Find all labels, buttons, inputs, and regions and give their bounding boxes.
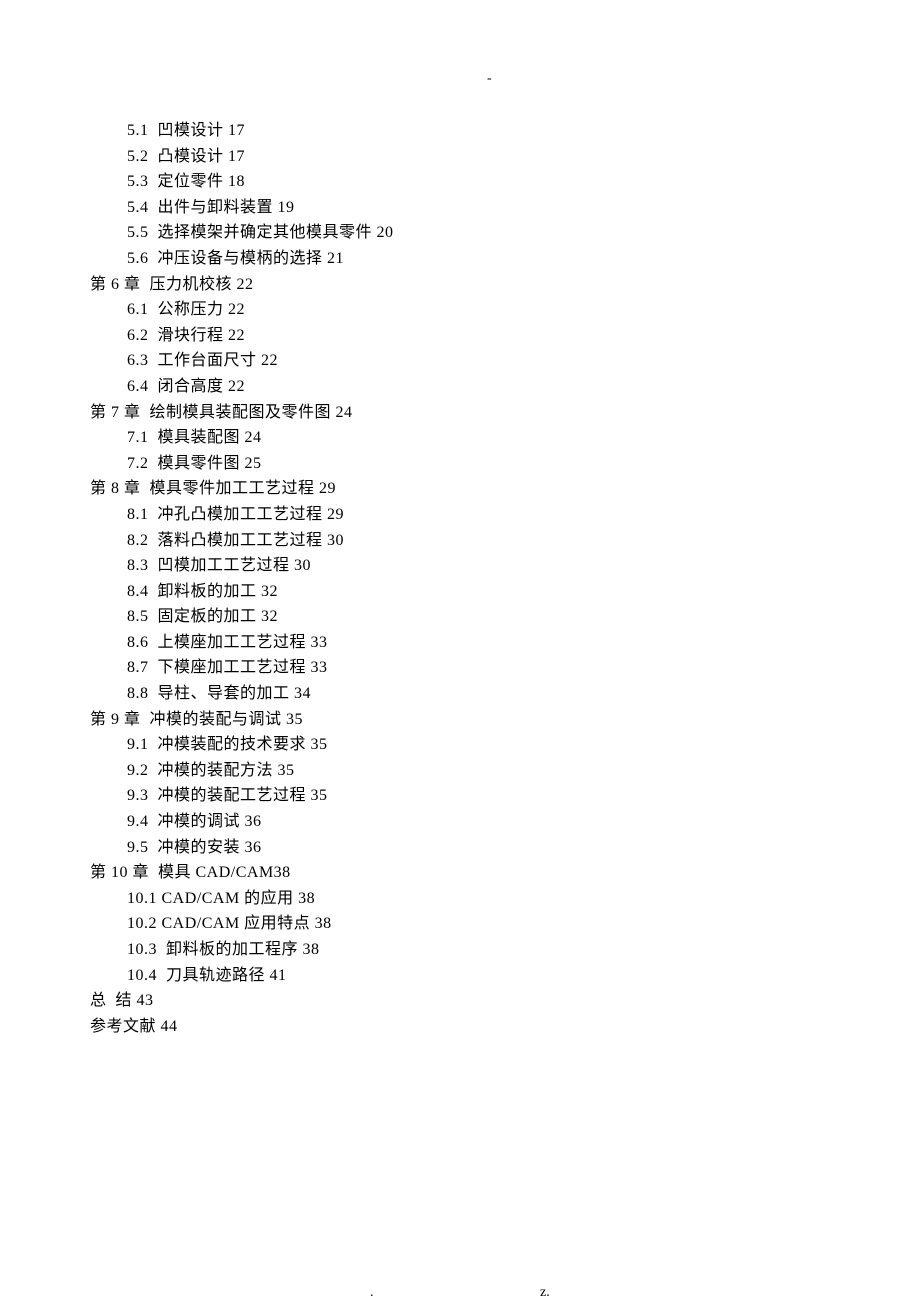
toc-entry: 5.5 选择模架并确定其他模具零件 20	[90, 220, 830, 246]
toc-entry: 5.3 定位零件 18	[90, 169, 830, 195]
toc-entry: 第 8 章 模具零件加工工艺过程 29	[90, 476, 830, 502]
toc-entry: 10.3 卸料板的加工程序 38	[90, 937, 830, 963]
toc-entry: 第 6 章 压力机校核 22	[90, 272, 830, 298]
toc-entry: 8.6 上模座加工工艺过程 33	[90, 630, 830, 656]
toc-entry: 第 7 章 绘制模具装配图及零件图 24	[90, 400, 830, 426]
header-marker: -	[487, 68, 492, 90]
toc-entry: 7.2 模具零件图 25	[90, 451, 830, 477]
toc-entry: 8.1 冲孔凸模加工工艺过程 29	[90, 502, 830, 528]
toc-entry: 第 10 章 模具 CAD/CAM38	[90, 860, 830, 886]
toc-entry: 7.1 模具装配图 24	[90, 425, 830, 451]
toc-entry: 10.4 刀具轨迹路径 41	[90, 963, 830, 989]
toc-page: 5.1 凹模设计 175.2 凸模设计 175.3 定位零件 185.4 出件与…	[0, 0, 920, 1039]
toc-entry: 总 结 43	[90, 988, 830, 1014]
toc-entry: 5.4 出件与卸料装置 19	[90, 195, 830, 221]
toc-entry: 9.2 冲模的装配方法 35	[90, 758, 830, 784]
toc-entry: 6.2 滑块行程 22	[90, 323, 830, 349]
footer-right-marker: z.	[540, 1282, 550, 1304]
toc-entry: 5.2 凸模设计 17	[90, 144, 830, 170]
toc-entry: 5.1 凹模设计 17	[90, 118, 830, 144]
toc-entry: 9.5 冲模的安装 36	[90, 835, 830, 861]
footer-left-marker: .	[370, 1282, 374, 1304]
toc-entry: 10.1 CAD/CAM 的应用 38	[90, 886, 830, 912]
toc-entry: 9.4 冲模的调试 36	[90, 809, 830, 835]
toc-entry: 8.4 卸料板的加工 32	[90, 579, 830, 605]
toc-entry: 8.8 导柱、导套的加工 34	[90, 681, 830, 707]
toc-entry: 6.1 公称压力 22	[90, 297, 830, 323]
toc-entry: 8.3 凹模加工工艺过程 30	[90, 553, 830, 579]
toc-entry: 9.3 冲模的装配工艺过程 35	[90, 783, 830, 809]
toc-entry: 9.1 冲模装配的技术要求 35	[90, 732, 830, 758]
toc-entry: 第 9 章 冲模的装配与调试 35	[90, 707, 830, 733]
toc-entry: 参考文献 44	[90, 1014, 830, 1040]
toc-entry: 6.3 工作台面尺寸 22	[90, 348, 830, 374]
toc-entry: 8.2 落料凸模加工工艺过程 30	[90, 528, 830, 554]
toc-entry: 8.7 下模座加工工艺过程 33	[90, 655, 830, 681]
toc-entry: 5.6 冲压设备与模柄的选择 21	[90, 246, 830, 272]
toc-entry: 6.4 闭合高度 22	[90, 374, 830, 400]
toc-entry: 10.2 CAD/CAM 应用特点 38	[90, 911, 830, 937]
toc-entry: 8.5 固定板的加工 32	[90, 604, 830, 630]
